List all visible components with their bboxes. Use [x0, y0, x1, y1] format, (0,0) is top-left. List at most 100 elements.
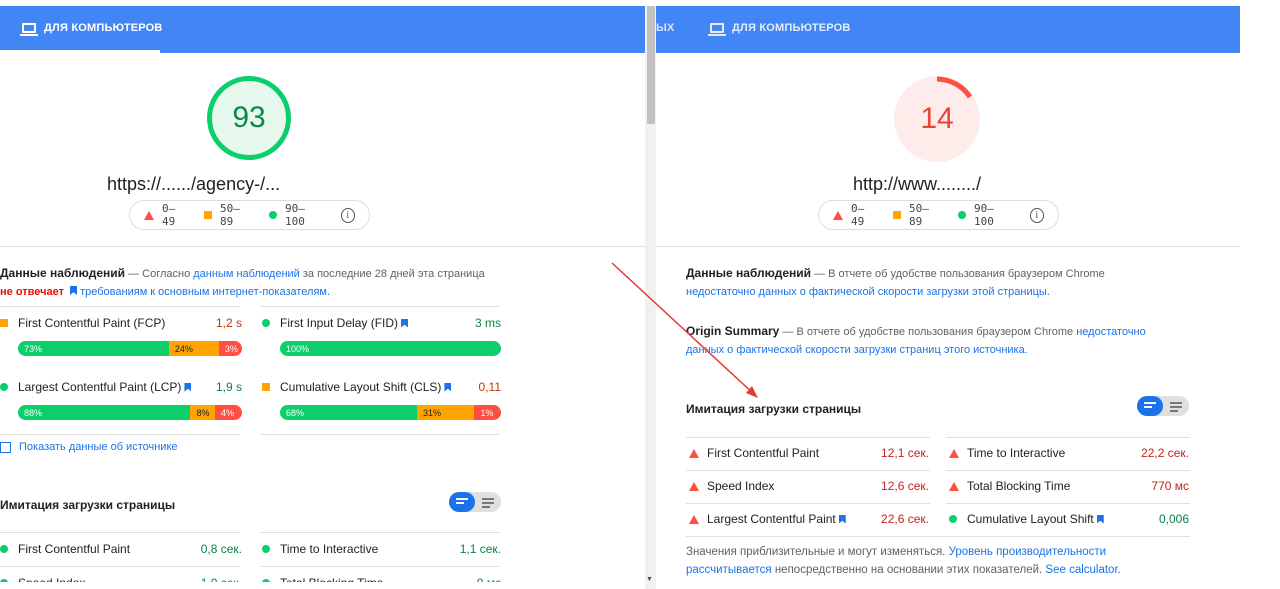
info-icon[interactable]: i	[340, 207, 355, 223]
bookmark-icon	[838, 514, 846, 524]
poor-segment: 4%	[215, 405, 242, 420]
page-url: https://....../agency-/...	[107, 174, 281, 194]
poor-triangle-icon	[833, 210, 843, 220]
divider	[260, 434, 500, 435]
summary-view-button[interactable]	[449, 492, 475, 512]
metric-value: 770 мс	[1151, 479, 1189, 493]
tab-desktop-left[interactable]: ДЛЯ КОМПЬЮТЕРОВ	[20, 22, 163, 36]
metric-value: 0,8 сек.	[200, 542, 242, 556]
metric-value: 1,2 s	[215, 316, 242, 330]
divider	[656, 246, 1240, 247]
divider	[686, 437, 930, 438]
core-web-vitals-link[interactable]: требованиям к основным интернет-показате…	[80, 286, 330, 298]
performance-score-gauge: 93	[207, 76, 291, 160]
divider	[260, 306, 500, 307]
field-data-text-2: за последние 28 дней эта страница	[302, 268, 485, 280]
bookmark-icon	[401, 318, 409, 328]
metric-value: 3 ms	[474, 316, 501, 330]
good-segment: 100%	[280, 341, 501, 356]
metric-name: First Contentful Paint (FCP)	[18, 316, 166, 330]
poor-triangle-icon	[689, 448, 699, 458]
lab-metric-cls: Cumulative Layout Shift 0,006	[949, 512, 1189, 526]
laptop-icon	[708, 23, 726, 36]
scrollbar-thumb[interactable]	[647, 6, 655, 124]
legend-poor: 0–49	[162, 202, 176, 228]
divider	[946, 503, 1190, 504]
summary-view-button[interactable]	[1137, 396, 1163, 416]
poor-triangle-icon	[144, 210, 154, 220]
scroll-down-arrow-icon[interactable]: ▼	[646, 576, 653, 583]
field-data-text: — В отчете об удобстве пользования брауз…	[814, 268, 1105, 280]
show-origin-label[interactable]: Показать данные об источнике	[19, 438, 178, 456]
metric-value: 1,9 s	[215, 380, 242, 394]
field-data-text: — Согласно	[128, 268, 191, 280]
metric-value: 12,1 сек.	[881, 446, 929, 460]
metric-name: Total Blocking Time	[967, 479, 1071, 493]
view-toggle[interactable]	[449, 492, 501, 512]
metric-cls: Cumulative Layout Shift (CLS) 0,11	[262, 380, 501, 394]
divider	[946, 437, 1190, 438]
fcp-distribution-bar: 73% 24% 3%	[18, 341, 242, 356]
poor-triangle-icon	[949, 481, 959, 491]
fail-label: не отвечает	[0, 286, 64, 298]
lab-metric-tti: Time to Interactive 1,1 сек.	[262, 542, 501, 556]
annotation-arrow	[611, 262, 758, 398]
list-view-icon[interactable]	[1170, 402, 1182, 414]
divider	[0, 434, 240, 435]
lab-data-title: Имитация загрузки страницы	[0, 498, 176, 512]
left-report-pane: ДЛЯ КОМПЬЮТЕРОВ 93 https://....../agency…	[0, 0, 645, 589]
average-square-icon	[0, 319, 8, 327]
metric-lcp: Largest Contentful Paint (LCP) 1,9 s	[0, 380, 242, 394]
tab-mobile-partial[interactable]: ЫХ	[656, 22, 675, 34]
checkbox-icon[interactable]	[0, 441, 11, 453]
divider	[0, 532, 240, 533]
lab-metric-lcp: Largest Contentful Paint 22,6 сек.	[689, 512, 929, 526]
average-segment: 31%	[417, 405, 475, 420]
laptop-icon	[20, 23, 38, 36]
list-view-icon[interactable]	[482, 498, 494, 510]
metric-name: Largest Contentful Paint	[707, 512, 836, 526]
metric-value: 22,6 сек.	[881, 512, 929, 526]
left-tab-bar: ДЛЯ КОМПЬЮТЕРОВ	[0, 6, 645, 53]
info-icon[interactable]: i	[1029, 207, 1044, 223]
show-origin-toggle[interactable]: Показать данные об источнике	[0, 438, 178, 456]
poor-triangle-icon	[949, 448, 959, 458]
field-data-summary: Данные наблюдений — Согласно данным набл…	[0, 264, 490, 301]
lab-data-footnote: Значения приблизительные и могут изменят…	[686, 543, 1156, 579]
divider	[260, 566, 500, 567]
metric-name: First Input Delay (FID)	[280, 316, 399, 330]
tab-desktop-right[interactable]: ДЛЯ КОМПЬЮТЕРОВ	[708, 22, 851, 36]
view-toggle[interactable]	[1137, 396, 1189, 416]
metric-value: 1,1 сек.	[459, 542, 501, 556]
metric-value: 0,11	[478, 380, 501, 394]
poor-segment: 1%	[474, 405, 501, 420]
active-tab-indicator	[0, 50, 160, 53]
metric-name: Cumulative Layout Shift	[967, 512, 1094, 526]
lab-metric-fcp: First Contentful Paint 0,8 сек.	[0, 542, 242, 556]
viewport-edge	[0, 582, 645, 589]
field-data-title: Данные наблюдений	[0, 266, 126, 280]
good-segment: 68%	[280, 405, 418, 420]
poor-segment: 3%	[218, 341, 242, 356]
screenshot-root: ДЛЯ КОМПЬЮТЕРОВ 93 https://....../agency…	[0, 0, 1280, 589]
tab-label-partial: ЫХ	[656, 22, 675, 34]
average-segment: 24%	[168, 341, 219, 356]
metric-fid: First Input Delay (FID) 3 ms	[262, 316, 501, 330]
see-calculator-link[interactable]: See calculator.	[1045, 564, 1120, 576]
divider	[260, 532, 500, 533]
cls-distribution-bar: 68% 31% 1%	[280, 405, 501, 420]
field-data-link[interactable]: данным наблюдений	[193, 268, 300, 280]
good-circle-icon	[0, 545, 8, 553]
good-circle-icon	[958, 211, 966, 219]
bookmark-icon	[444, 382, 452, 392]
score-arc	[936, 76, 973, 99]
tab-label: ДЛЯ КОМПЬЮТЕРОВ	[44, 22, 163, 34]
average-square-icon	[893, 211, 902, 219]
bookmark-icon	[184, 382, 192, 392]
footnote-text: Значения приблизительные и могут изменят…	[686, 546, 946, 558]
divider	[946, 470, 1190, 471]
good-circle-icon	[262, 545, 270, 553]
divider	[0, 566, 240, 567]
good-circle-icon	[949, 515, 957, 523]
good-circle-icon	[0, 383, 8, 391]
